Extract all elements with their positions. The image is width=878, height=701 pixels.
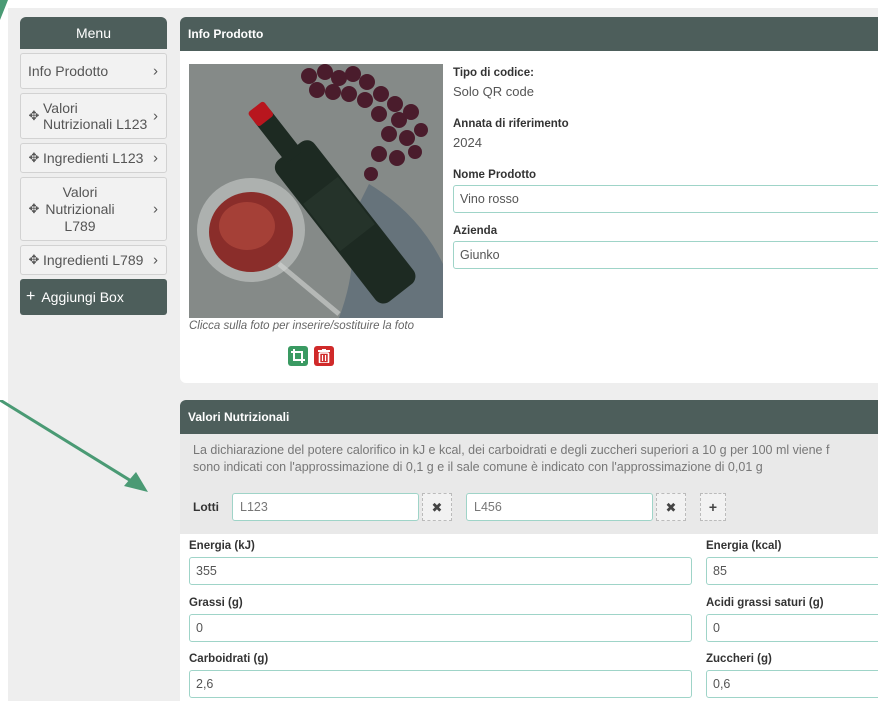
sidebar-item-label: Valori Nutrizionali L789 bbox=[45, 183, 115, 234]
zuccheri-input[interactable]: 0,6 bbox=[706, 670, 878, 698]
crop-icon bbox=[291, 349, 305, 363]
chevron-right-icon: › bbox=[153, 200, 158, 218]
valori-nutrizionali-panel: Valori Nutrizionali La dichiarazione del… bbox=[180, 400, 878, 701]
sidebar-item-label: Ingredienti L123 bbox=[43, 150, 144, 166]
add-lotto-button[interactable]: + bbox=[700, 493, 726, 521]
carboidrati-field: Carboidrati (g) 2,6 bbox=[189, 653, 692, 698]
crop-photo-button[interactable] bbox=[288, 346, 308, 366]
sidebar-item-label: Info Prodotto bbox=[28, 63, 109, 79]
valori-nutrizionali-title: Valori Nutrizionali bbox=[180, 400, 878, 434]
zuccheri-label: Zuccheri (g) bbox=[706, 653, 772, 665]
corner-accent bbox=[0, 0, 8, 20]
move-icon[interactable]: ✥ bbox=[28, 150, 40, 166]
notice-line-2: sono indicati con l'approssimazione di 0… bbox=[193, 460, 763, 474]
info-prodotto-title: Info Prodotto bbox=[180, 17, 878, 51]
energia-kcal-input[interactable]: 85 bbox=[706, 557, 878, 585]
grassi-field: Grassi (g) 0 bbox=[189, 597, 692, 642]
sidebar-item-ingredienti-l789[interactable]: ✥ Ingredienti L789 › bbox=[20, 245, 167, 275]
pointer-arrow-icon bbox=[0, 400, 148, 492]
add-box-button[interactable]: + Aggiungi Box bbox=[20, 279, 167, 315]
sidebar-item-valori-l123[interactable]: ✥ Valori Nutrizionali L123 › bbox=[20, 93, 167, 139]
annata-label: Annata di riferimento bbox=[453, 118, 569, 130]
energia-kj-field: Energia (kJ) 355 bbox=[189, 540, 692, 585]
acidi-grassi-input[interactable]: 0 bbox=[706, 614, 878, 642]
energia-kj-label: Energia (kJ) bbox=[189, 540, 255, 552]
tipo-codice-label: Tipo di codice: bbox=[453, 67, 534, 79]
photo-caption: Clicca sulla foto per inserire/sostituir… bbox=[189, 320, 414, 332]
sidebar-item-label: Ingredienti L789 bbox=[43, 252, 144, 268]
chevron-right-icon: › bbox=[153, 251, 158, 269]
energia-kj-input[interactable]: 355 bbox=[189, 557, 692, 585]
chevron-right-icon: › bbox=[153, 62, 158, 80]
close-icon: ✖ bbox=[665, 499, 677, 515]
energia-kcal-field: Energia (kcal) 85 bbox=[706, 540, 878, 585]
sidebar-menu: Menu Info Prodotto › ✥ Valori Nutriziona… bbox=[20, 17, 167, 315]
move-icon[interactable]: ✥ bbox=[28, 252, 40, 268]
sidebar-item-ingredienti-l123[interactable]: ✥ Ingredienti L123 › bbox=[20, 143, 167, 173]
remove-lotto-button[interactable]: ✖ bbox=[656, 493, 686, 521]
move-icon[interactable]: ✥ bbox=[28, 201, 40, 217]
trash-icon bbox=[318, 349, 330, 363]
wine-photo-illustration bbox=[189, 64, 443, 318]
nome-prodotto-label: Nome Prodotto bbox=[453, 169, 537, 181]
grassi-label: Grassi (g) bbox=[189, 597, 243, 609]
close-icon: ✖ bbox=[431, 499, 443, 515]
lotti-label: Lotti bbox=[193, 499, 219, 514]
nome-prodotto-input[interactable]: Vino rosso bbox=[453, 185, 878, 213]
acidi-grassi-label: Acidi grassi saturi (g) bbox=[706, 597, 824, 609]
lotti-row: Lotti L123 ✖ L456 ✖ + bbox=[193, 493, 726, 521]
annata-value: 2024 bbox=[453, 135, 482, 150]
product-photo[interactable] bbox=[189, 64, 443, 318]
photo-actions bbox=[288, 346, 334, 366]
nutrition-notice: La dichiarazione del potere calorifico i… bbox=[180, 434, 878, 534]
lotto-input[interactable]: L123 bbox=[232, 493, 419, 521]
tipo-codice-value: Solo QR code bbox=[453, 84, 534, 99]
add-box-label: Aggiungi Box bbox=[41, 289, 124, 305]
energia-kcal-label: Energia (kcal) bbox=[706, 540, 782, 552]
delete-photo-button[interactable] bbox=[314, 346, 334, 366]
plus-icon: + bbox=[26, 288, 36, 305]
chevron-right-icon: › bbox=[153, 149, 158, 167]
notice-line-1: La dichiarazione del potere calorifico i… bbox=[193, 443, 830, 457]
info-prodotto-panel: Info Prodotto Clicca sulla foto per inse… bbox=[180, 17, 878, 383]
move-icon[interactable]: ✥ bbox=[28, 108, 40, 124]
remove-lotto-button[interactable]: ✖ bbox=[422, 493, 452, 521]
grassi-input[interactable]: 0 bbox=[189, 614, 692, 642]
azienda-label: Azienda bbox=[453, 225, 498, 237]
product-fields: Tipo di codice: Solo QR code Annata di r… bbox=[453, 64, 878, 269]
carboidrati-input[interactable]: 2,6 bbox=[189, 670, 692, 698]
zuccheri-field: Zuccheri (g) 0,6 bbox=[706, 653, 878, 698]
chevron-right-icon: › bbox=[153, 107, 158, 125]
carboidrati-label: Carboidrati (g) bbox=[189, 653, 269, 665]
lotto-input[interactable]: L456 bbox=[466, 493, 653, 521]
acidi-grassi-field: Acidi grassi saturi (g) 0 bbox=[706, 597, 878, 642]
azienda-input[interactable]: Giunko bbox=[453, 241, 878, 269]
sidebar-item-valori-l789[interactable]: ✥ Valori Nutrizionali L789 › bbox=[20, 177, 167, 241]
menu-title: Menu bbox=[20, 17, 167, 49]
sidebar-item-info-prodotto[interactable]: Info Prodotto › bbox=[20, 53, 167, 89]
plus-icon: + bbox=[708, 498, 718, 515]
sidebar-item-label: Valori Nutrizionali L123 bbox=[43, 100, 148, 132]
